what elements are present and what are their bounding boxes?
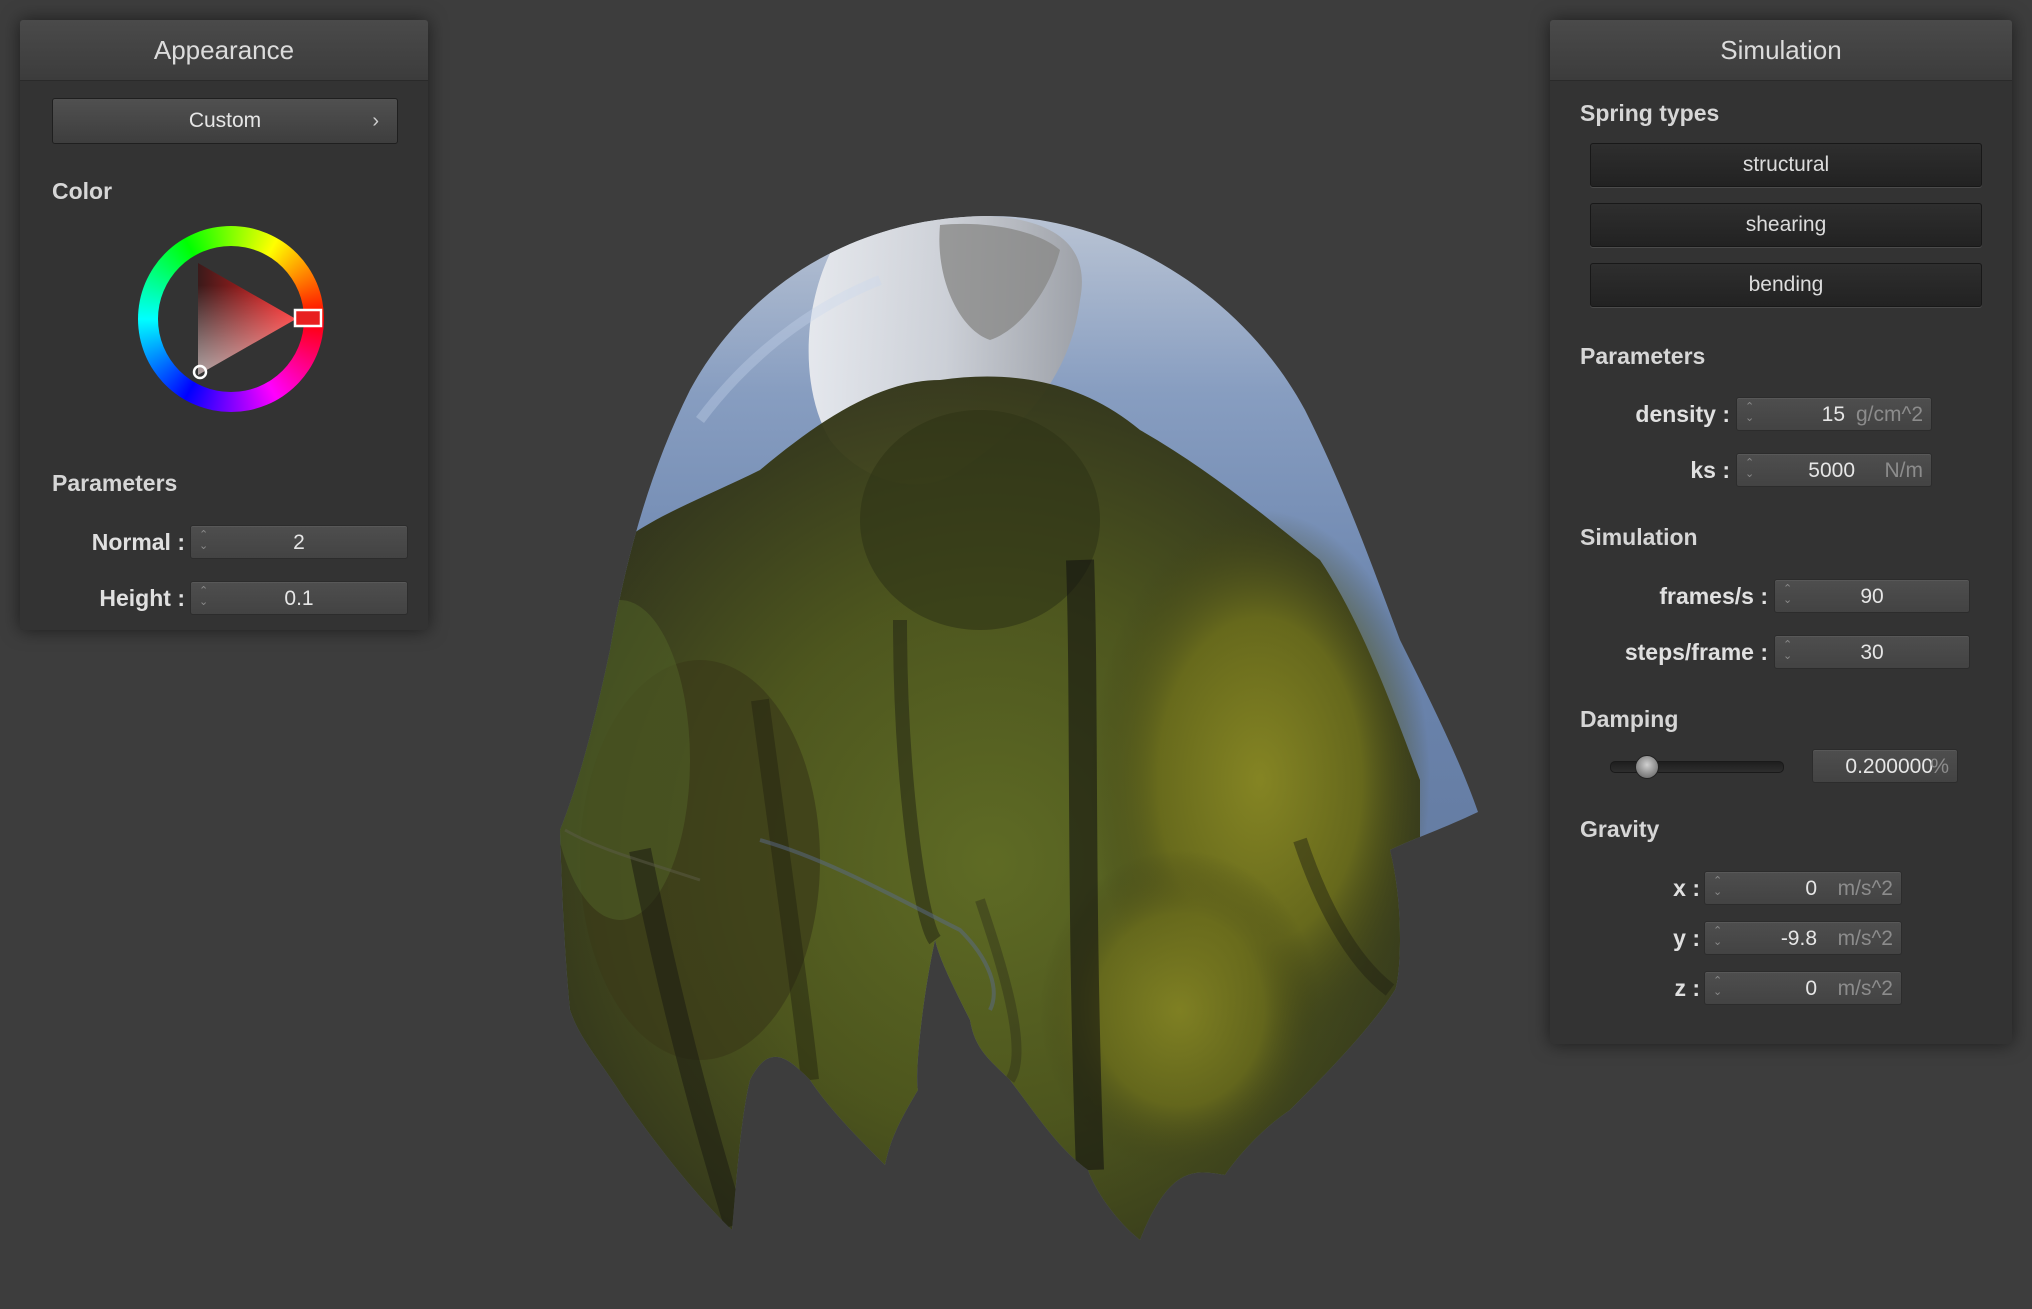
gravity-label: Gravity — [1580, 816, 1660, 842]
gravity-x-unit: m/s^2 — [1837, 877, 1893, 900]
gravity-y-input[interactable]: ⌃ ⌄ -9.8 m/s^2 — [1704, 921, 1902, 955]
gravity-y-label: y : — [1673, 925, 1700, 951]
gravity-x-value: 0 — [1805, 877, 1817, 900]
density-value: 15 — [1821, 403, 1845, 426]
simulation-panel: Simulation Spring types structural shear… — [1550, 20, 2012, 1044]
spin-arrows-icon[interactable]: ⌃ ⌄ — [1713, 926, 1725, 950]
steps-label: steps/frame : — [1624, 639, 1768, 665]
simulation-panel-title: Simulation — [1550, 20, 2012, 81]
steps-value: 30 — [1860, 641, 1884, 664]
ks-unit: N/m — [1884, 459, 1924, 482]
density-label: density : — [1635, 401, 1730, 427]
ks-value: 5000 — [1808, 459, 1855, 482]
spin-arrows-icon[interactable]: ⌃ ⌄ — [1745, 458, 1757, 482]
fps-value: 90 — [1860, 585, 1884, 608]
gravity-z-unit: m/s^2 — [1837, 977, 1893, 1000]
appearance-panel: Appearance Custom › Color Parameters Nor… — [20, 20, 428, 630]
gravity-x-input[interactable]: ⌃ ⌄ 0 m/s^2 — [1704, 871, 1902, 905]
color-triangle[interactable] — [138, 226, 324, 412]
spring-types-label: Spring types — [1580, 100, 1720, 126]
damping-label: Damping — [1580, 706, 1679, 732]
appearance-preset-label: Custom — [188, 109, 262, 132]
spin-arrows-icon[interactable]: ⌃ ⌄ — [1745, 402, 1757, 426]
sim-parameters-label: Parameters — [1580, 343, 1706, 369]
normal-input[interactable]: ⌃ ⌄ 2 — [190, 525, 408, 559]
ks-input[interactable]: ⌃ ⌄ 5000 N/m — [1736, 453, 1932, 487]
density-unit: g/cm^2 — [1855, 403, 1923, 426]
color-section-label: Color — [52, 178, 113, 204]
height-input[interactable]: ⌃ ⌄ 0.1 — [190, 581, 408, 615]
spin-arrows-icon[interactable]: ⌃ ⌄ — [1713, 876, 1725, 900]
gravity-y-unit: m/s^2 — [1837, 927, 1893, 950]
normal-label: Normal : — [91, 529, 185, 555]
spin-arrows-icon[interactable]: ⌃ ⌄ — [1713, 976, 1725, 1000]
gravity-z-value: 0 — [1805, 977, 1817, 1000]
hue-picker-handle[interactable] — [293, 308, 323, 328]
appearance-preset-dropdown[interactable]: Custom › — [52, 98, 398, 144]
fps-input[interactable]: ⌃ ⌄ 90 — [1774, 579, 1970, 613]
gravity-y-value: -9.8 — [1780, 927, 1817, 950]
gravity-z-label: z : — [1674, 975, 1700, 1001]
simulation-section-label: Simulation — [1580, 524, 1698, 550]
chevron-right-icon: › — [372, 110, 379, 132]
gravity-x-label: x : — [1673, 875, 1700, 901]
height-label: Height : — [99, 585, 185, 611]
damping-slider-handle[interactable] — [1635, 755, 1659, 779]
appearance-parameters-label: Parameters — [52, 470, 178, 496]
height-value: 0.1 — [284, 587, 314, 610]
gravity-z-input[interactable]: ⌃ ⌄ 0 m/s^2 — [1704, 971, 1902, 1005]
appearance-panel-title: Appearance — [20, 20, 428, 81]
damping-input[interactable]: 0.200000 % — [1812, 749, 1958, 783]
normal-value: 2 — [293, 531, 305, 554]
steps-input[interactable]: ⌃ ⌄ 30 — [1774, 635, 1970, 669]
shearing-toggle[interactable]: shearing — [1590, 203, 1982, 247]
damping-value: 0.200000 — [1845, 755, 1933, 778]
ks-label: ks : — [1690, 457, 1730, 483]
color-wheel[interactable] — [138, 226, 324, 412]
bending-toggle[interactable]: bending — [1590, 263, 1982, 307]
damping-unit: % — [1930, 755, 1949, 778]
density-input[interactable]: ⌃ ⌄ 15 g/cm^2 — [1736, 397, 1932, 431]
fps-label: frames/s : — [1659, 583, 1768, 609]
structural-toggle[interactable]: structural — [1590, 143, 1982, 187]
